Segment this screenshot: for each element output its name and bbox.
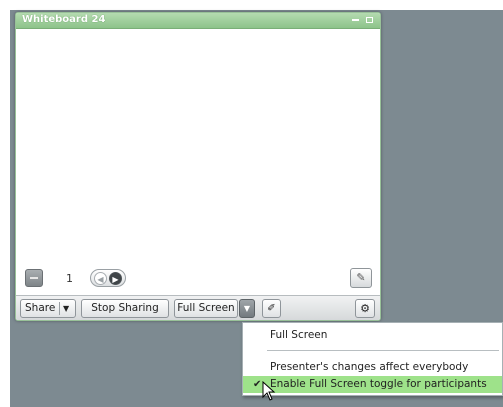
menu-item-label: Presenter's changes affect everybody xyxy=(270,361,469,373)
share-label: Share xyxy=(25,302,56,314)
pod-title: Whiteboard 24 xyxy=(22,14,106,25)
edit-icon: ✎ xyxy=(356,271,366,284)
stop-sharing-button[interactable]: Stop Sharing xyxy=(81,299,169,318)
menu-item-enable-toggle[interactable]: ✔ Enable Full Screen toggle for particip… xyxy=(243,376,502,393)
check-icon: ✔ xyxy=(253,379,262,390)
gear-icon: ⚙ xyxy=(360,302,370,315)
mouse-cursor-icon xyxy=(262,381,276,401)
chevron-down-icon[interactable]: ▼ xyxy=(63,300,69,317)
options-button[interactable]: ⚙ xyxy=(355,299,375,318)
remove-page-button[interactable] xyxy=(25,269,43,287)
pencil-icon: ✐ xyxy=(267,303,276,314)
pod-toolbar: Share ▼ Stop Sharing Full Screen ▼ ✐ ⚙ xyxy=(16,295,380,320)
arrow-right-icon[interactable]: ▶ xyxy=(109,272,122,285)
page-number: 1 xyxy=(66,272,73,285)
menu-item-presenter-changes[interactable]: Presenter's changes affect everybody xyxy=(243,359,502,376)
maximize-icon[interactable] xyxy=(366,16,373,23)
share-button[interactable]: Share ▼ xyxy=(20,299,76,318)
minimize-icon[interactable] xyxy=(352,18,360,21)
pod-title-bar[interactable]: Whiteboard 24 xyxy=(16,13,380,29)
share-divider xyxy=(59,302,60,315)
edit-button[interactable]: ✎ xyxy=(350,268,372,288)
sketch-button[interactable]: ✐ xyxy=(262,299,281,318)
menu-item-label: Enable Full Screen toggle for participan… xyxy=(270,378,487,390)
page-pager: ◀ ▶ xyxy=(90,269,126,287)
menu-item-full-screen[interactable]: Full Screen xyxy=(243,327,502,344)
chevron-down-icon: ▼ xyxy=(243,304,251,313)
full-screen-button[interactable]: Full Screen xyxy=(174,299,238,318)
menu-divider xyxy=(267,350,499,351)
whiteboard-pod: Whiteboard 24 1 ◀ ▶ ✎ Share ▼ Stop Shari… xyxy=(15,12,381,321)
page-navigation: 1 ◀ ▶ ✎ xyxy=(16,262,380,295)
full-screen-menu-button[interactable]: ▼ xyxy=(239,299,255,318)
menu-item-label: Full Screen xyxy=(270,329,328,341)
arrow-left-icon[interactable]: ◀ xyxy=(94,272,107,285)
window-controls xyxy=(352,15,373,25)
full-screen-dropdown-menu: Full Screen Presenter's changes affect e… xyxy=(242,322,503,396)
whiteboard-canvas[interactable] xyxy=(16,30,380,262)
